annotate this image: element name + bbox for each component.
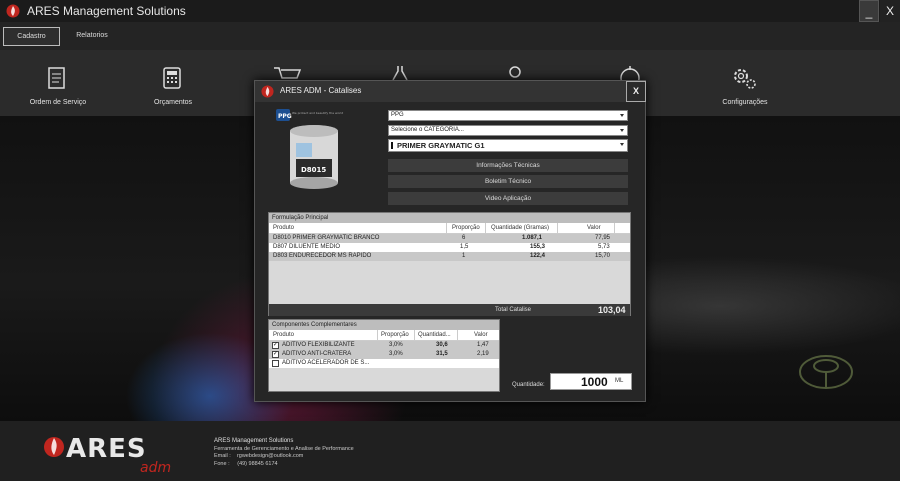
quantity-input[interactable]: 1000 ML (550, 373, 632, 390)
ares-flame-icon (261, 85, 274, 98)
table-row[interactable]: D807 DILUENTE MEDIO 1,5 155,3 5,73 (269, 243, 630, 252)
footer-phone: Fone : (49) 98845 6174 (214, 460, 278, 467)
brand-select[interactable]: PPG (388, 110, 628, 121)
table-row[interactable]: ✓ ADITIVO FLEXIBILIZANTE 3,0% 30,6 1,47 (269, 341, 499, 350)
col-produto: Produto (273, 332, 295, 338)
boletim-tecnico-button[interactable]: Boletim Técnico (388, 175, 628, 188)
table-row[interactable]: D8010 PRIMER GRAYMATIC BRANCO 6 1.087,1 … (269, 234, 630, 243)
app-title: ARES Management Solutions (27, 4, 186, 18)
video-aplicacao-button[interactable]: Video Aplicação (388, 192, 628, 205)
svg-text:We protect and beautify the wo: We protect and beautify the world (292, 111, 343, 115)
quantity-value: 1000 (581, 375, 608, 389)
logo-brand-text: ARES (66, 434, 147, 464)
paint-can-image: PPG We protect and beautify the world D8… (276, 109, 343, 189)
table-row[interactable]: ADITIVO ACELERADOR DE S... (269, 359, 499, 368)
row-checkbox[interactable]: ✓ (272, 342, 279, 349)
catalises-dialog: ARES ADM - Catalises X PPG We protect an… (254, 80, 646, 402)
product-select[interactable]: PRIMER GRAYMATIC G1 (388, 139, 628, 152)
quantity-unit: ML (615, 378, 624, 384)
ares-adm-logo: ARES adm (44, 434, 171, 475)
menu-tab-relatorios[interactable]: Relatorios (72, 27, 112, 46)
col-valor: Valor (474, 332, 488, 338)
svg-text:PPG: PPG (278, 113, 292, 120)
car-emblem-icon (799, 355, 853, 389)
main-formula-header: Produto Proporção Quantidade (Gramas) Va… (269, 223, 630, 234)
dialog-close-button[interactable]: X (626, 81, 646, 102)
toolbar-label: Ordem de Serviço (29, 99, 87, 106)
title-bar: ARES Management Solutions _ X (0, 0, 900, 22)
gears-icon (734, 69, 756, 89)
app-window: ARES Management Solutions _ X Cadastro R… (0, 0, 900, 481)
col-proporcao: Proporção (381, 332, 409, 338)
table-row[interactable]: D803 ENDURECEDOR MS RAPIDO 1 122,4 15,70 (269, 252, 630, 261)
total-value: 103,04 (598, 305, 626, 315)
total-catalise-bar: Total Catalise 103,04 (269, 304, 630, 316)
footer-email: Email : rgwebdesign@outlook.com (214, 453, 304, 459)
calculator-icon (163, 67, 181, 89)
dialog-title: ARES ADM - Catalises (280, 86, 362, 95)
main-formula-panel: Formulação Principal Produto Proporção Q… (268, 212, 631, 316)
menu-tab-cadastro[interactable]: Cadastro (3, 27, 60, 46)
row-checkbox[interactable] (272, 360, 279, 367)
product-code: D8015 (301, 166, 326, 174)
total-label: Total Catalise (495, 307, 532, 313)
ares-flame-icon (6, 4, 20, 18)
col-produto: Produto (273, 225, 295, 231)
col-valor: Valor (587, 225, 601, 231)
dialog-header: ARES ADM - Catalises X (255, 81, 646, 102)
complementary-panel: Componentes Complementares Produto Propo… (268, 319, 500, 392)
table-row[interactable]: ✓ ADITIVO ANTI-CRATERA 3,0% 31,5 2,19 (269, 350, 499, 359)
main-formula-title: Formulação Principal (269, 213, 630, 223)
col-proporcao: Proporção (452, 225, 480, 231)
complementary-header: Produto Proporção Quantidad... Valor (269, 330, 499, 341)
close-app-button[interactable]: X (880, 0, 900, 22)
quantity-label: Quantidade: (512, 382, 545, 388)
toolbar-ordem-servico[interactable]: Ordem de Serviço (13, 50, 103, 116)
logo-sub-text: adm (140, 460, 171, 475)
info-tecnicas-button[interactable]: Informações Técnicas (388, 159, 628, 172)
footer: ARES adm ARES Management Solutions Ferra… (0, 421, 900, 481)
document-icon (48, 67, 65, 89)
minimize-button[interactable]: _ (859, 0, 879, 22)
footer-title: ARES Management Solutions (214, 438, 294, 444)
toolbar-configuracoes[interactable]: Configurações (700, 50, 790, 116)
user-icon (509, 66, 521, 78)
stopwatch-icon (620, 66, 640, 80)
col-quantidade: Quantidad... (418, 332, 451, 338)
col-quantidade: Quantidade (Gramas) (491, 225, 550, 231)
toolbar-label: Orçamentos (153, 99, 193, 106)
footer-info: ARES Management Solutions Ferramenta de … (214, 438, 354, 468)
toolbar-orcamentos[interactable]: Orçamentos (128, 50, 218, 116)
category-select[interactable]: Selecione o CATEGORIA... (388, 125, 628, 136)
row-checkbox[interactable]: ✓ (272, 351, 279, 358)
flask-icon (392, 66, 408, 80)
toolbar-label: Configurações (722, 99, 768, 106)
footer-subtitle: Ferramenta de Gerenciamento e Analise de… (214, 445, 354, 452)
cart-icon (274, 67, 301, 79)
complementary-title: Componentes Complementares (269, 320, 499, 330)
menu-bar: Cadastro Relatorios (0, 22, 900, 50)
